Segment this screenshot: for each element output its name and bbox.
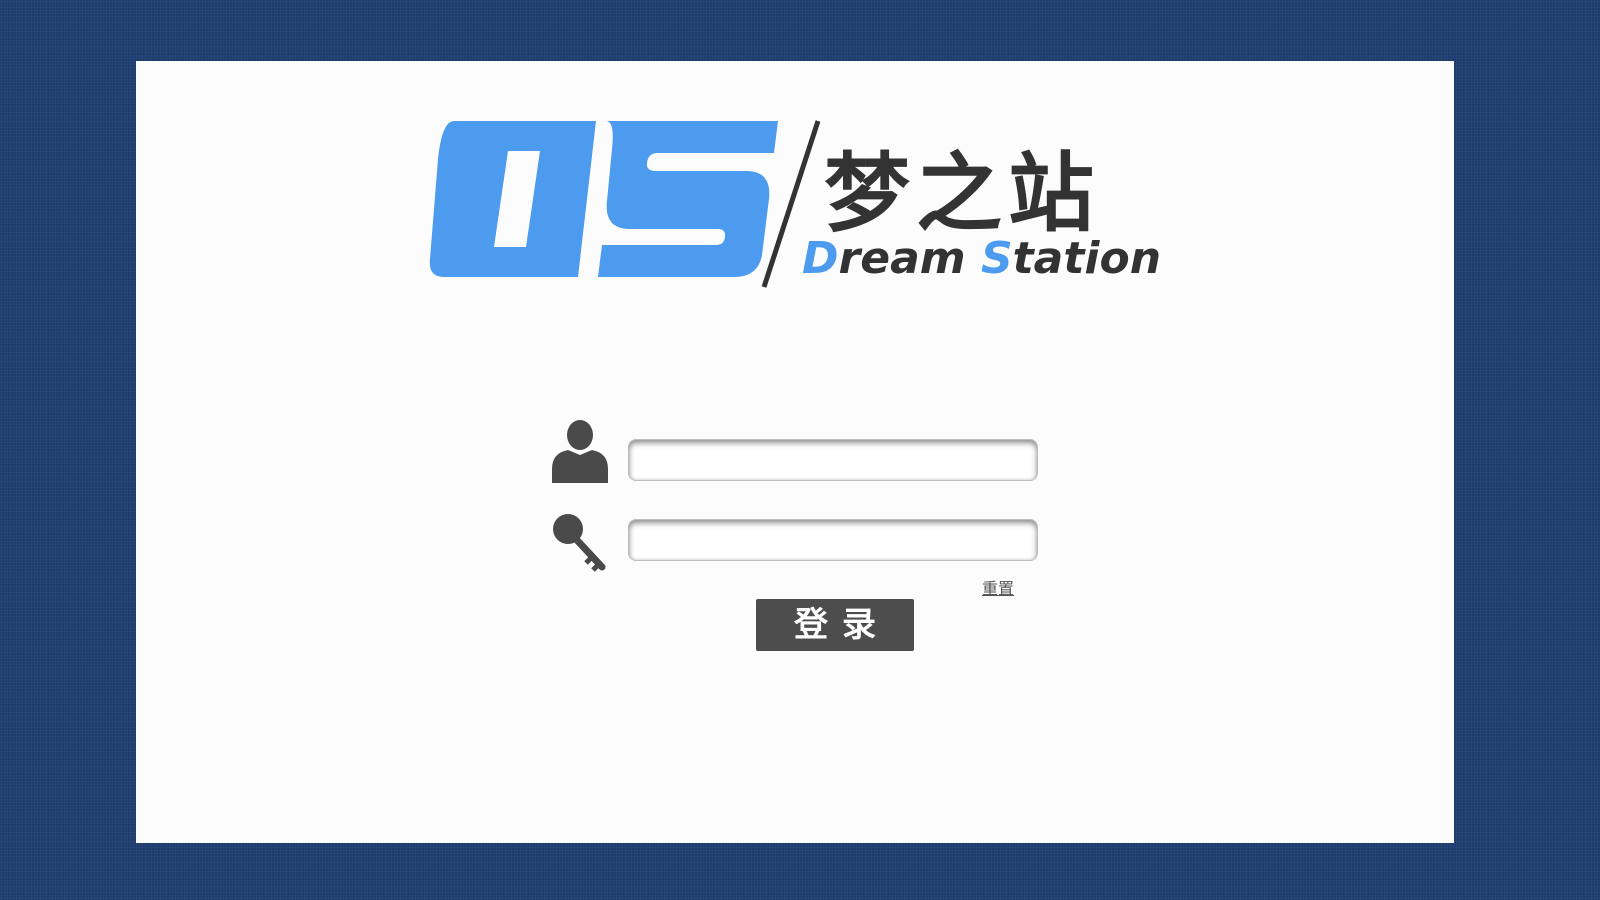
dream-station-logo: 梦之站 Dream Station bbox=[426, 119, 1166, 295]
logo-english-initial-d: D bbox=[802, 233, 839, 284]
user-icon bbox=[550, 419, 610, 483]
login-panel: 梦之站 Dream Station 重置 登录 bbox=[136, 61, 1454, 843]
username-input[interactable] bbox=[628, 439, 1038, 481]
logo-chinese-name: 梦之站 bbox=[824, 144, 1100, 244]
login-button[interactable]: 登录 bbox=[756, 599, 914, 651]
logo-english-name: Dream Station bbox=[802, 233, 1161, 284]
key-icon bbox=[550, 513, 610, 577]
reset-link[interactable]: 重置 bbox=[982, 575, 1014, 599]
password-input[interactable] bbox=[628, 519, 1038, 561]
logo-mark-s bbox=[598, 121, 778, 277]
logo-english-rest-1: ream bbox=[839, 233, 981, 284]
logo-english-initial-s: S bbox=[981, 233, 1013, 284]
logo-graphic: 梦之站 Dream Station bbox=[429, 120, 1161, 288]
logo-mark-d bbox=[429, 121, 596, 277]
logo-english-rest-2: tation bbox=[1013, 233, 1161, 284]
login-form: 重置 登录 bbox=[550, 419, 1050, 659]
